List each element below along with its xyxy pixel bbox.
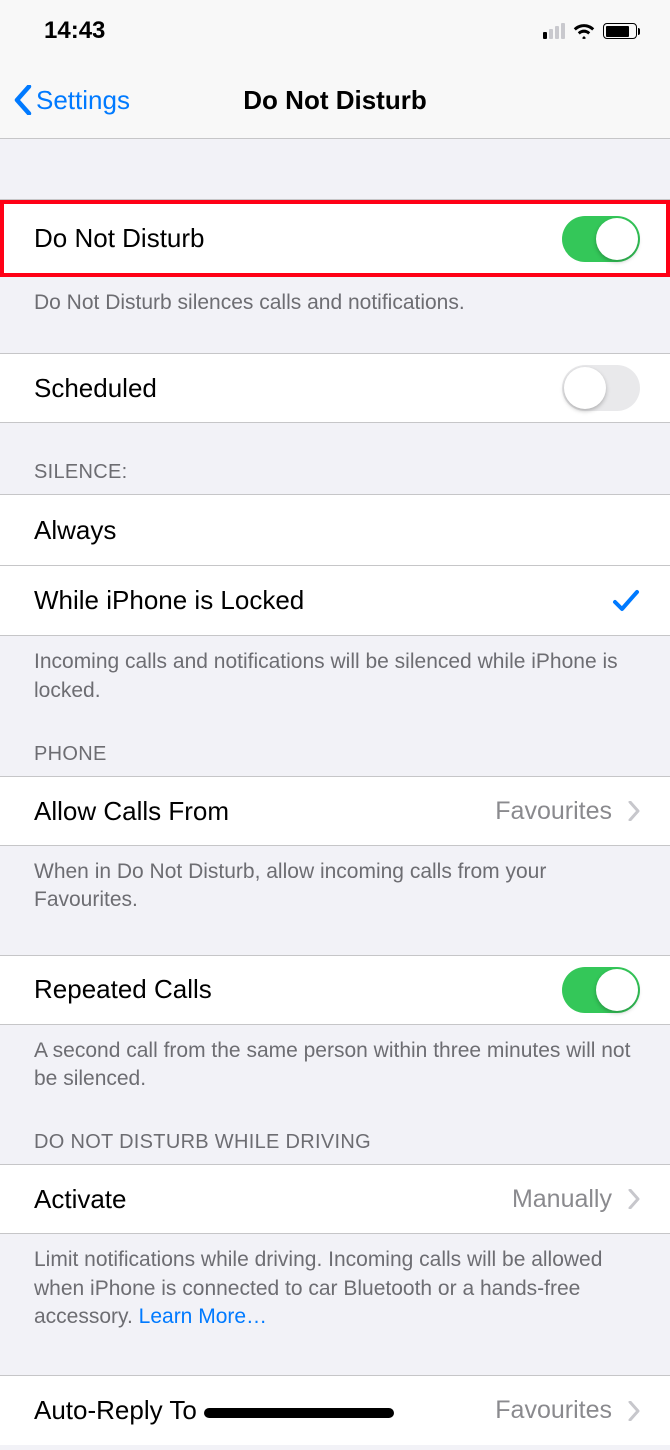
back-button[interactable]: Settings <box>0 85 130 116</box>
do-not-disturb-footer: Do Not Disturb silences calls and notifi… <box>0 277 670 317</box>
phone-header: PHONE <box>0 705 670 776</box>
driving-footer: Limit notifications while driving. Incom… <box>0 1234 670 1331</box>
auto-reply-row[interactable]: Auto-Reply To Favourites <box>0 1375 670 1445</box>
chevron-left-icon <box>14 85 32 115</box>
chevron-right-icon <box>628 1401 640 1421</box>
auto-reply-label: Auto-Reply To <box>34 1395 495 1426</box>
activate-row[interactable]: Activate Manually <box>0 1164 670 1234</box>
allow-calls-footer: When in Do Not Disturb, allow incoming c… <box>0 846 670 915</box>
wifi-icon <box>573 23 595 39</box>
learn-more-link[interactable]: Learn More… <box>139 1305 267 1328</box>
auto-reply-value: Favourites <box>495 1396 612 1425</box>
silence-options: Always While iPhone is Locked <box>0 494 670 636</box>
repeated-calls-label: Repeated Calls <box>34 974 562 1005</box>
activate-label: Activate <box>34 1184 512 1215</box>
silence-option-locked[interactable]: While iPhone is Locked <box>0 565 670 635</box>
do-not-disturb-toggle[interactable] <box>562 216 640 262</box>
allow-calls-label: Allow Calls From <box>34 796 495 827</box>
silence-footer: Incoming calls and notifications will be… <box>0 636 670 705</box>
do-not-disturb-label: Do Not Disturb <box>34 223 562 254</box>
status-bar: 14:43 <box>0 0 670 62</box>
repeated-calls-toggle[interactable] <box>562 967 640 1013</box>
status-indicators <box>543 23 640 39</box>
scheduled-row[interactable]: Scheduled <box>0 353 670 423</box>
allow-calls-row[interactable]: Allow Calls From Favourites <box>0 776 670 846</box>
battery-icon <box>603 23 640 39</box>
redacted-text <box>204 1408 394 1418</box>
scheduled-toggle[interactable] <box>562 365 640 411</box>
driving-header: DO NOT DISTURB WHILE DRIVING <box>0 1093 670 1164</box>
checkmark-icon <box>612 589 640 613</box>
silence-option-label: While iPhone is Locked <box>34 585 612 616</box>
silence-header: SILENCE: <box>0 423 670 494</box>
back-label: Settings <box>36 85 130 116</box>
activate-value: Manually <box>512 1185 612 1214</box>
repeated-calls-footer: A second call from the same person withi… <box>0 1025 670 1094</box>
nav-bar: Settings Do Not Disturb <box>0 62 670 139</box>
chevron-right-icon <box>628 801 640 821</box>
allow-calls-value: Favourites <box>495 797 612 826</box>
silence-option-always[interactable]: Always <box>0 495 670 565</box>
status-time: 14:43 <box>44 17 105 45</box>
driving-footer-text: Limit notifications while driving. Incom… <box>34 1248 602 1328</box>
do-not-disturb-row[interactable]: Do Not Disturb <box>0 199 670 277</box>
repeated-calls-row[interactable]: Repeated Calls <box>0 955 670 1025</box>
silence-option-label: Always <box>34 515 640 546</box>
scheduled-label: Scheduled <box>34 373 562 404</box>
cellular-signal-icon <box>543 23 565 39</box>
chevron-right-icon <box>628 1189 640 1209</box>
